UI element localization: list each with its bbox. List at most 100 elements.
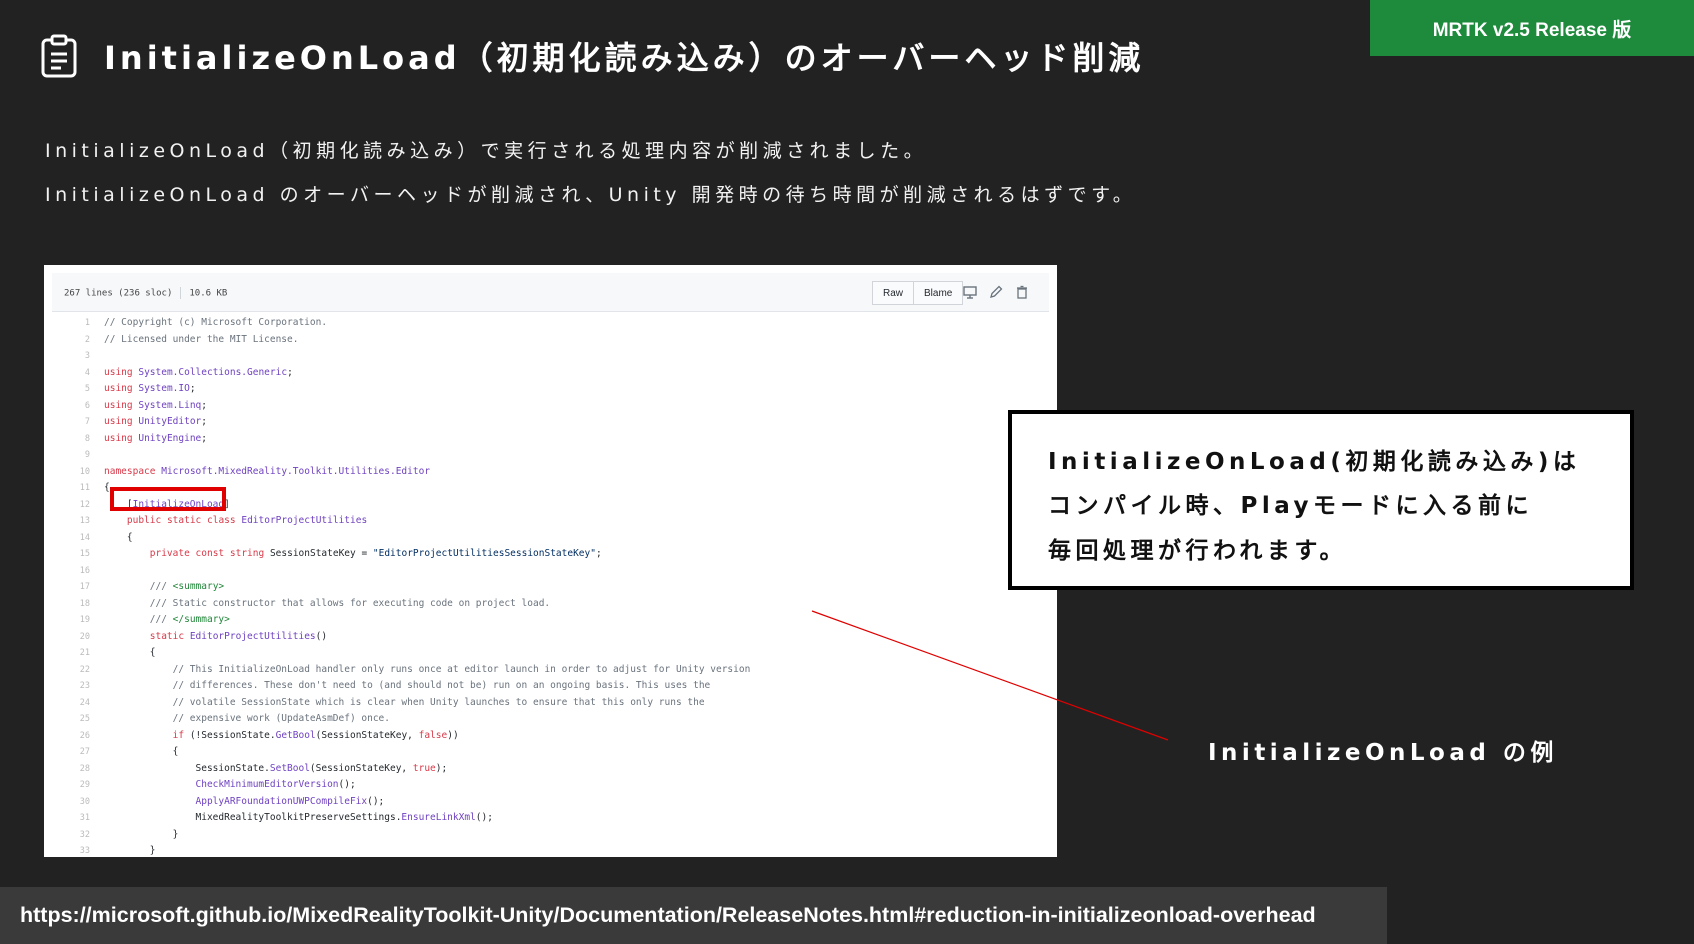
- line-number: 21: [79, 648, 90, 658]
- code-line: 21 {: [52, 645, 1049, 662]
- code-line: 22 // This InitializeOnLoad handler only…: [52, 662, 1049, 679]
- description-line-2: InitializeOnLoad のオーバーヘッドが削減され、Unity 開発時…: [45, 184, 1137, 206]
- highlight-box: [110, 487, 226, 511]
- code-lines: 1 // Copyright (c) Microsoft Corporation.…: [52, 315, 1049, 857]
- code-text: // volatile SessionState which is clear …: [172, 696, 705, 708]
- title-row: InitializeOnLoad（初期化読み込み）のオーバーヘッド削減: [40, 33, 1144, 79]
- line-number: 31: [79, 813, 90, 823]
- code-text: // Licensed under the MIT License.: [104, 333, 299, 345]
- callout-line-1: InitializeOnLoad(初期化読み込み)は: [1048, 449, 1581, 475]
- description-line-1: InitializeOnLoad（初期化読み込み）で実行される処理内容が削減され…: [45, 140, 928, 162]
- code-text: MixedRealityToolkitPreserveSettings.Ensu…: [104, 812, 493, 823]
- blame-button[interactable]: Blame: [914, 281, 964, 305]
- code-line: 18 /// Static constructor that allows fo…: [52, 596, 1049, 613]
- line-number: 30: [79, 796, 90, 807]
- code-line: 2 // Licensed under the MIT License.: [52, 332, 1049, 349]
- code-text: namespace Microsoft.MixedReality.Toolkit…: [104, 465, 431, 477]
- code-text: }: [104, 828, 179, 840]
- code-line: 19 /// </summary>: [52, 612, 1049, 629]
- code-line: 4 using System.Collections.Generic;: [52, 365, 1049, 382]
- code-text: if (!SessionState.GetBool(SessionStateKe…: [172, 729, 459, 741]
- line-number: 7: [84, 417, 90, 427]
- line-number: 20: [79, 631, 90, 642]
- pencil-icon[interactable]: [988, 284, 1004, 300]
- line-number: 23: [79, 681, 90, 691]
- line-number: 10: [79, 466, 90, 477]
- line-number: 3: [84, 351, 90, 361]
- line-number: 18: [79, 598, 90, 609]
- slide-title: InitializeOnLoad（初期化読み込み）のオーバーヘッド削減: [104, 39, 1145, 77]
- example-label: InitializeOnLoad の例: [1208, 740, 1558, 766]
- code-text: using System.Linq;: [104, 399, 207, 411]
- line-number: 5: [84, 384, 90, 394]
- line-number: 32: [79, 829, 90, 840]
- code-text: {: [104, 531, 133, 543]
- file-size: 10.6 KB: [189, 288, 228, 299]
- line-number: 25: [79, 714, 90, 724]
- line-number: 9: [84, 450, 90, 460]
- clipboard-icon: [41, 34, 77, 78]
- code-line: 29 CheckMinimumEditorVersion();: [52, 777, 1049, 794]
- line-number: 28: [79, 763, 90, 774]
- callout-box: InitializeOnLoad(初期化読み込み)は コンパイル時、Playモー…: [1008, 410, 1634, 590]
- code-line: 25 // expensive work (UpdateAsmDef) once…: [52, 711, 1049, 728]
- line-number: 24: [79, 697, 90, 708]
- code-text: CheckMinimumEditorVersion();: [195, 779, 356, 790]
- code-text: }: [104, 845, 156, 856]
- release-badge: MRTK v2.5 Release 版: [1370, 0, 1694, 56]
- code-text: /// <summary>: [149, 581, 225, 592]
- code-line: 5 using System.IO;: [52, 381, 1049, 398]
- line-number: 11: [79, 483, 90, 493]
- code-line: 6 using System.Linq;: [52, 398, 1049, 415]
- code-line: 14 {: [52, 530, 1049, 547]
- callout-line-2: コンパイル時、Playモードに入る前に: [1048, 493, 1534, 519]
- code-text: using UnityEditor;: [104, 416, 207, 427]
- code-text: {: [104, 647, 156, 658]
- line-number: 4: [84, 367, 90, 378]
- line-number: 12: [79, 499, 90, 510]
- code-line: 33 }: [52, 843, 1049, 857]
- code-text: /// </summary>: [149, 614, 230, 625]
- code-line: 13 public static class EditorProjectUtil…: [52, 513, 1049, 530]
- code-text: {: [104, 746, 179, 757]
- line-number: 33: [79, 846, 90, 856]
- code-text: // Copyright (c) Microsoft Corporation.: [104, 317, 328, 328]
- source-url-link[interactable]: https://microsoft.github.io/MixedReality…: [20, 903, 1316, 928]
- code-text: private const string SessionStateKey = "…: [149, 548, 602, 559]
- code-line: 8 using UnityEngine;: [52, 431, 1049, 448]
- line-number: 17: [79, 582, 90, 592]
- code-line: 30 ApplyARFoundationUWPCompileFix();: [52, 794, 1049, 811]
- line-number: 2: [84, 334, 90, 345]
- code-line: 32 }: [52, 827, 1049, 844]
- trash-icon[interactable]: [1014, 284, 1030, 300]
- code-line: 17 /// <summary>: [52, 579, 1049, 596]
- code-line: 26 if (!SessionState.GetBool(SessionStat…: [52, 728, 1049, 745]
- desktop-icon[interactable]: [962, 284, 978, 300]
- code-line: 27 {: [52, 744, 1049, 761]
- code-text: ApplyARFoundationUWPCompileFix();: [195, 795, 385, 807]
- code-line: 20 static EditorProjectUtilities(): [52, 629, 1049, 646]
- code-line: 31 MixedRealityToolkitPreserveSettings.E…: [52, 810, 1049, 827]
- file-header: 267 lines (236 sloc) 10.6 KB Raw Blame: [52, 273, 1049, 312]
- line-number: 6: [84, 400, 90, 411]
- line-number: 29: [79, 780, 90, 790]
- line-number: 22: [79, 664, 90, 675]
- file-info: 267 lines (236 sloc) 10.6 KB: [64, 287, 227, 299]
- code-line: 15 private const string SessionStateKey …: [52, 546, 1049, 563]
- code-line: 16: [52, 563, 1049, 580]
- code-line: 7 using UnityEditor;: [52, 414, 1049, 431]
- source-url-bar: https://microsoft.github.io/MixedReality…: [0, 887, 1387, 944]
- code-line: 10 namespace Microsoft.MixedReality.Toolk…: [52, 464, 1049, 481]
- line-number: 1: [84, 318, 90, 328]
- line-number: 14: [79, 532, 90, 543]
- raw-button[interactable]: Raw: [872, 281, 915, 305]
- line-number: 8: [84, 433, 90, 444]
- line-number: 13: [79, 516, 90, 526]
- code-text: public static class EditorProjectUtiliti…: [126, 515, 368, 526]
- code-line: 3: [52, 348, 1049, 365]
- code-line: 9: [52, 447, 1049, 464]
- code-line: 1 // Copyright (c) Microsoft Corporation.: [52, 315, 1049, 332]
